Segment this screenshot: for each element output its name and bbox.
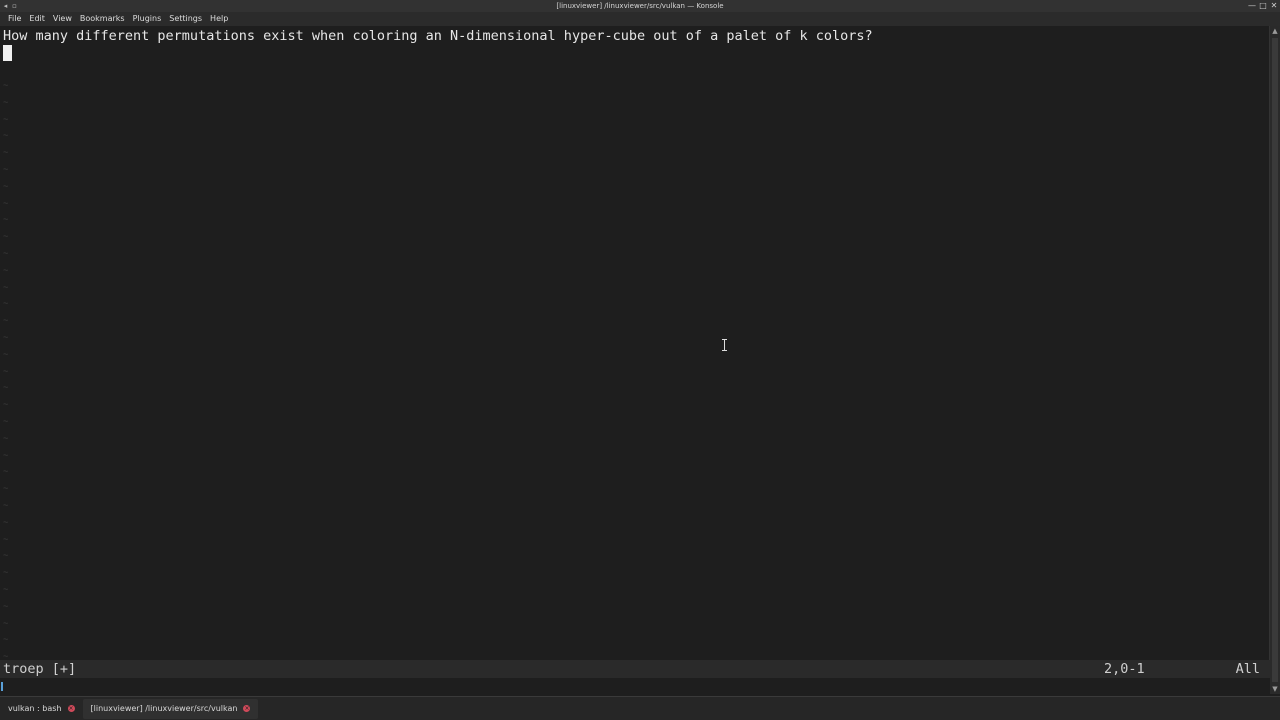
tab-linuxviewer-vulkan[interactable]: [linuxviewer] /linuxviewer/src/vulkan × — [82, 698, 259, 719]
menu-plugins[interactable]: Plugins — [129, 12, 166, 26]
pin-icon[interactable]: ▫ — [11, 2, 18, 10]
tilde-marker: ~ — [3, 568, 9, 579]
tilde-marker: ~ — [3, 81, 9, 91]
terminal-view[interactable]: How many different permutations exist wh… — [0, 26, 1270, 662]
menu-edit[interactable]: Edit — [25, 12, 49, 26]
ibeam-cursor-icon — [722, 339, 728, 351]
tilde-marker: ~ — [3, 450, 9, 461]
vim-status-line: troep [+] 2,0-1 All — [0, 660, 1270, 678]
vim-command-line[interactable] — [0, 678, 1270, 694]
close-tab-icon[interactable]: × — [67, 705, 75, 712]
tilde-marker: ~ — [3, 618, 9, 629]
status-scroll-position: All — [1235, 661, 1260, 677]
tilde-marker: ~ — [3, 584, 9, 595]
editor-line-1: How many different permutations exist wh… — [3, 28, 873, 44]
vertical-scrollbar[interactable]: ▲ ▼ — [1269, 26, 1280, 694]
scroll-up-icon[interactable]: ▲ — [1270, 26, 1280, 36]
tilde-marker: ~ — [3, 232, 9, 243]
status-cursor-position: 2,0-1 — [1104, 661, 1145, 677]
tilde-marker: ~ — [3, 215, 9, 226]
tilde-marker: ~ — [3, 97, 9, 108]
title-bar-right-controls: — □ ✕ — [1248, 0, 1278, 12]
menu-bar: File Edit View Bookmarks Plugins Setting… — [0, 12, 1280, 26]
tilde-marker: ~ — [3, 601, 9, 612]
menu-bookmarks[interactable]: Bookmarks — [76, 12, 129, 26]
menu-help[interactable]: Help — [206, 12, 232, 26]
status-filename: troep [+] — [3, 661, 77, 677]
window-title: [linuxviewer] /linuxviewer/src/vulkan — … — [556, 2, 724, 10]
tilde-marker: ~ — [3, 164, 9, 175]
close-icon[interactable]: ✕ — [1270, 2, 1278, 10]
tilde-marker: ~ — [3, 484, 9, 495]
konsole-window: ◂ ▫ [linuxviewer] /linuxviewer/src/vulka… — [0, 0, 1280, 720]
tilde-marker: ~ — [3, 181, 9, 192]
tilde-marker: ~ — [3, 332, 9, 343]
command-caret — [1, 682, 3, 691]
tilde-marker: ~ — [3, 114, 9, 125]
tilde-marker: ~ — [3, 383, 9, 394]
text-cursor — [3, 45, 12, 61]
minimize-icon[interactable]: — — [1248, 2, 1256, 10]
window-menu-icon[interactable]: ◂ — [2, 2, 9, 10]
tilde-marker: ~ — [3, 500, 9, 511]
scrollbar-thumb[interactable] — [1272, 38, 1278, 682]
menu-settings[interactable]: Settings — [165, 12, 206, 26]
title-bar-left-controls: ◂ ▫ — [2, 0, 18, 12]
tilde-marker: ~ — [3, 517, 9, 528]
menu-view[interactable]: View — [49, 12, 76, 26]
tilde-marker: ~ — [3, 467, 9, 478]
tab-bar: vulkan : bash × [linuxviewer] /linuxview… — [0, 696, 1280, 720]
tilde-marker: ~ — [3, 433, 9, 444]
tilde-marker: ~ — [3, 248, 9, 259]
tilde-marker: ~ — [3, 299, 9, 310]
tilde-marker: ~ — [3, 635, 9, 646]
empty-line-markers: ~ ~ ~ ~ ~ ~ ~ ~ ~ ~ ~ ~ ~ ~ ~ ~ ~ ~ ~ ~ … — [3, 78, 8, 666]
tilde-marker: ~ — [3, 534, 9, 545]
title-bar: ◂ ▫ [linuxviewer] /linuxviewer/src/vulka… — [0, 0, 1280, 12]
tilde-marker: ~ — [3, 131, 9, 142]
tab-label: vulkan : bash — [8, 704, 62, 713]
tilde-marker: ~ — [3, 416, 9, 427]
tilde-marker: ~ — [3, 282, 9, 293]
scroll-down-icon[interactable]: ▼ — [1270, 684, 1280, 694]
maximize-icon[interactable]: □ — [1259, 2, 1267, 10]
tilde-marker: ~ — [3, 148, 9, 159]
tilde-marker: ~ — [3, 198, 9, 209]
menu-file[interactable]: File — [4, 12, 25, 26]
tilde-marker: ~ — [3, 316, 9, 327]
tilde-marker: ~ — [3, 551, 9, 562]
close-tab-icon[interactable]: × — [243, 705, 251, 712]
tab-label: [linuxviewer] /linuxviewer/src/vulkan — [90, 704, 238, 713]
tilde-marker: ~ — [3, 349, 9, 360]
tilde-marker: ~ — [3, 265, 9, 276]
tab-vulkan-bash[interactable]: vulkan : bash × — [0, 699, 83, 719]
tilde-marker: ~ — [3, 400, 9, 411]
tilde-marker: ~ — [3, 366, 9, 377]
